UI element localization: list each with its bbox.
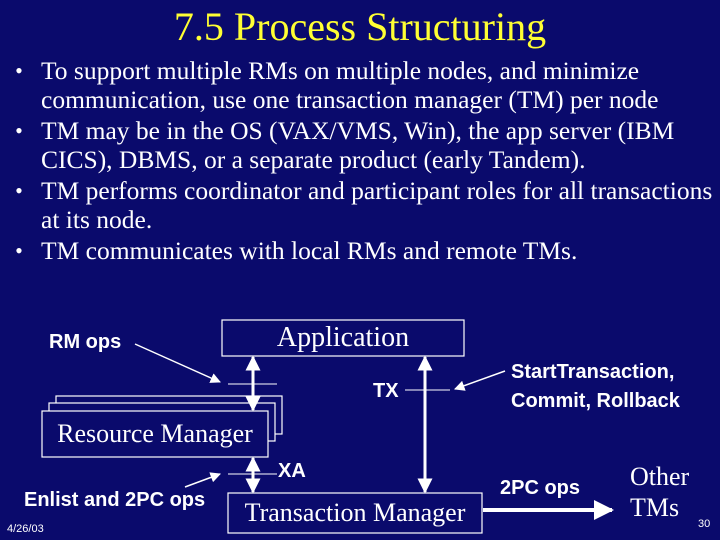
start-commit-rollback-line2: Commit, Rollback — [511, 390, 680, 412]
rm-ops-label: RM ops — [49, 331, 122, 353]
application-label: Application — [276, 322, 410, 353]
xa-label: XA — [278, 460, 306, 482]
tx-label: TX — [373, 380, 399, 402]
two-pc-ops-label: 2PC ops — [500, 477, 581, 499]
other-tms-line1: Other — [630, 462, 690, 491]
resource-manager-label: Resource Manager — [57, 419, 253, 448]
start-transaction-pointer — [454, 370, 506, 391]
slide-date: 4/26/03 — [7, 523, 44, 535]
transaction-manager-label: Transaction Manager — [244, 498, 466, 527]
enlist-2pc-ops-label: Enlist and 2PC ops — [24, 489, 206, 511]
other-tms-line2: TMs — [630, 493, 680, 522]
enlist-pointer — [184, 472, 221, 488]
slide-page-number: 30 — [698, 518, 711, 530]
process-diagram — [41, 319, 614, 534]
rm-ops-pointer — [134, 343, 221, 383]
start-commit-rollback-line1: StartTransaction, — [511, 361, 675, 383]
